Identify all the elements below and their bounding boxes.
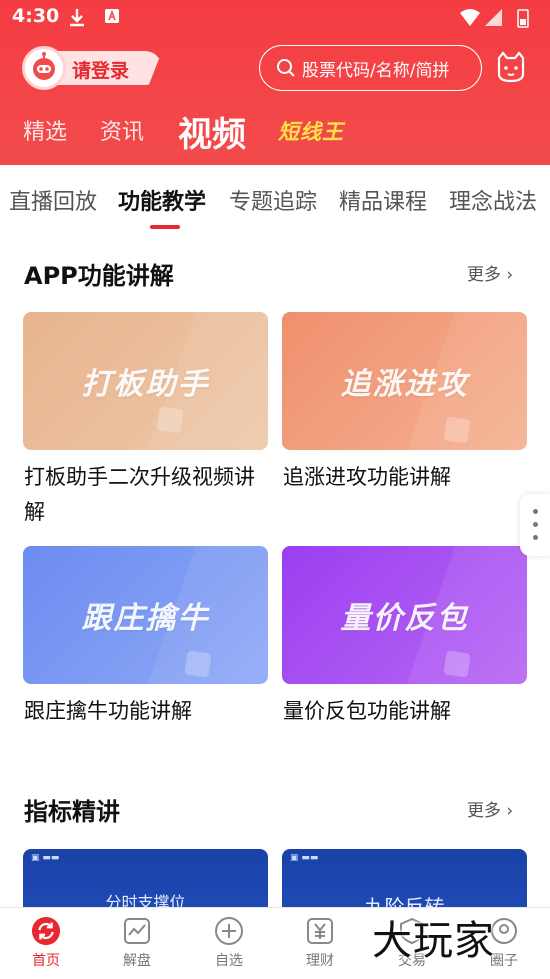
nav-label: 理财 (306, 953, 334, 969)
section-title-app-features: APP功能讲解 (24, 262, 174, 290)
card-seal-icon (443, 416, 471, 444)
more-label: 更多 (467, 801, 501, 821)
tab-featured[interactable]: 精选 (23, 114, 67, 146)
video-card-thumbnail[interactable]: 量价反包 (282, 546, 527, 684)
video-caption[interactable]: 跟庄擒牛功能讲解 (24, 694, 269, 729)
download-icon (68, 8, 86, 32)
nav-label: 解盘 (123, 953, 151, 969)
more-label: 更多 (467, 265, 501, 285)
refresh-icon (31, 916, 61, 946)
video-card-thumbnail[interactable]: 跟庄擒牛 (23, 546, 268, 684)
status-indicators (460, 7, 540, 29)
video-caption[interactable]: 追涨进攻功能讲解 (283, 460, 528, 495)
subtab-concept-strategy[interactable]: 理念战法 (449, 184, 537, 216)
nav-label: 首页 (32, 953, 60, 969)
video-caption[interactable]: 打板助手二次升级视频讲解 (24, 460, 269, 530)
chevron-right-icon: › (506, 265, 514, 285)
app-header: 4:30 请登录 股票代码/名称/简拼 精选 资讯 视频 短线王 (0, 0, 550, 165)
tab-short-term-king[interactable]: 短线王 (278, 116, 344, 146)
yuan-icon (305, 916, 335, 946)
more-link-indicators[interactable]: 更多 › (467, 796, 513, 821)
floating-menu-handle[interactable] (520, 494, 550, 556)
plus-circle-icon (214, 916, 244, 946)
nav-item-wealth[interactable]: 理财 (290, 916, 350, 970)
card-seal-icon (156, 406, 184, 434)
video-card-thumbnail[interactable]: 打板助手 (23, 312, 268, 450)
video-card-thumbnail[interactable]: 追涨进攻 (282, 312, 527, 450)
brand-logo-icon: ▣ ▬▬ (290, 853, 319, 863)
active-subtab-indicator (150, 225, 180, 229)
subtab-live-replay[interactable]: 直播回放 (9, 184, 97, 216)
watermark-text: 大玩家 (372, 918, 495, 964)
section-title-indicators: 指标精讲 (24, 798, 120, 826)
wifi-signal-battery-icon (460, 9, 529, 28)
more-dots-icon (533, 509, 538, 514)
subtab-topic-tracking[interactable]: 专题追踪 (229, 184, 317, 216)
subtab-bar: 直播回放 功能教学 专题追踪 精品课程 理念战法 (0, 165, 550, 231)
status-time: 4:30 (12, 5, 60, 27)
search-icon (277, 59, 295, 77)
chevron-right-icon: › (506, 801, 514, 821)
more-dots-icon (533, 535, 538, 540)
subtab-premium-courses[interactable]: 精品课程 (339, 184, 427, 216)
login-label[interactable]: 请登录 (72, 56, 129, 83)
card-seal-icon (443, 650, 471, 678)
app-notification-icon (104, 8, 120, 28)
robot-avatar-icon (33, 52, 55, 80)
cat-mascot-button[interactable] (494, 50, 528, 84)
nav-item-watchlist[interactable]: 自选 (199, 916, 259, 970)
nav-item-home[interactable]: 首页 (16, 916, 76, 970)
chart-icon (122, 916, 152, 946)
subtab-feature-tutorial[interactable]: 功能教学 (118, 184, 206, 216)
cat-icon (497, 51, 525, 83)
card-seal-icon (184, 650, 212, 678)
tab-video[interactable]: 视频 (178, 107, 246, 156)
status-bar: 4:30 (0, 0, 550, 38)
more-dots-icon (533, 522, 538, 527)
tab-news[interactable]: 资讯 (100, 114, 144, 146)
avatar[interactable] (22, 46, 66, 90)
search-placeholder: 股票代码/名称/简拼 (302, 60, 450, 81)
video-caption[interactable]: 量价反包功能讲解 (283, 694, 528, 729)
more-link-app-features[interactable]: 更多 › (467, 260, 513, 285)
brand-logo-icon: ▣ ▬▬ (31, 853, 60, 863)
nav-label: 自选 (215, 953, 243, 969)
search-input[interactable]: 股票代码/名称/简拼 (259, 45, 482, 91)
nav-item-market-analysis[interactable]: 解盘 (107, 916, 167, 970)
